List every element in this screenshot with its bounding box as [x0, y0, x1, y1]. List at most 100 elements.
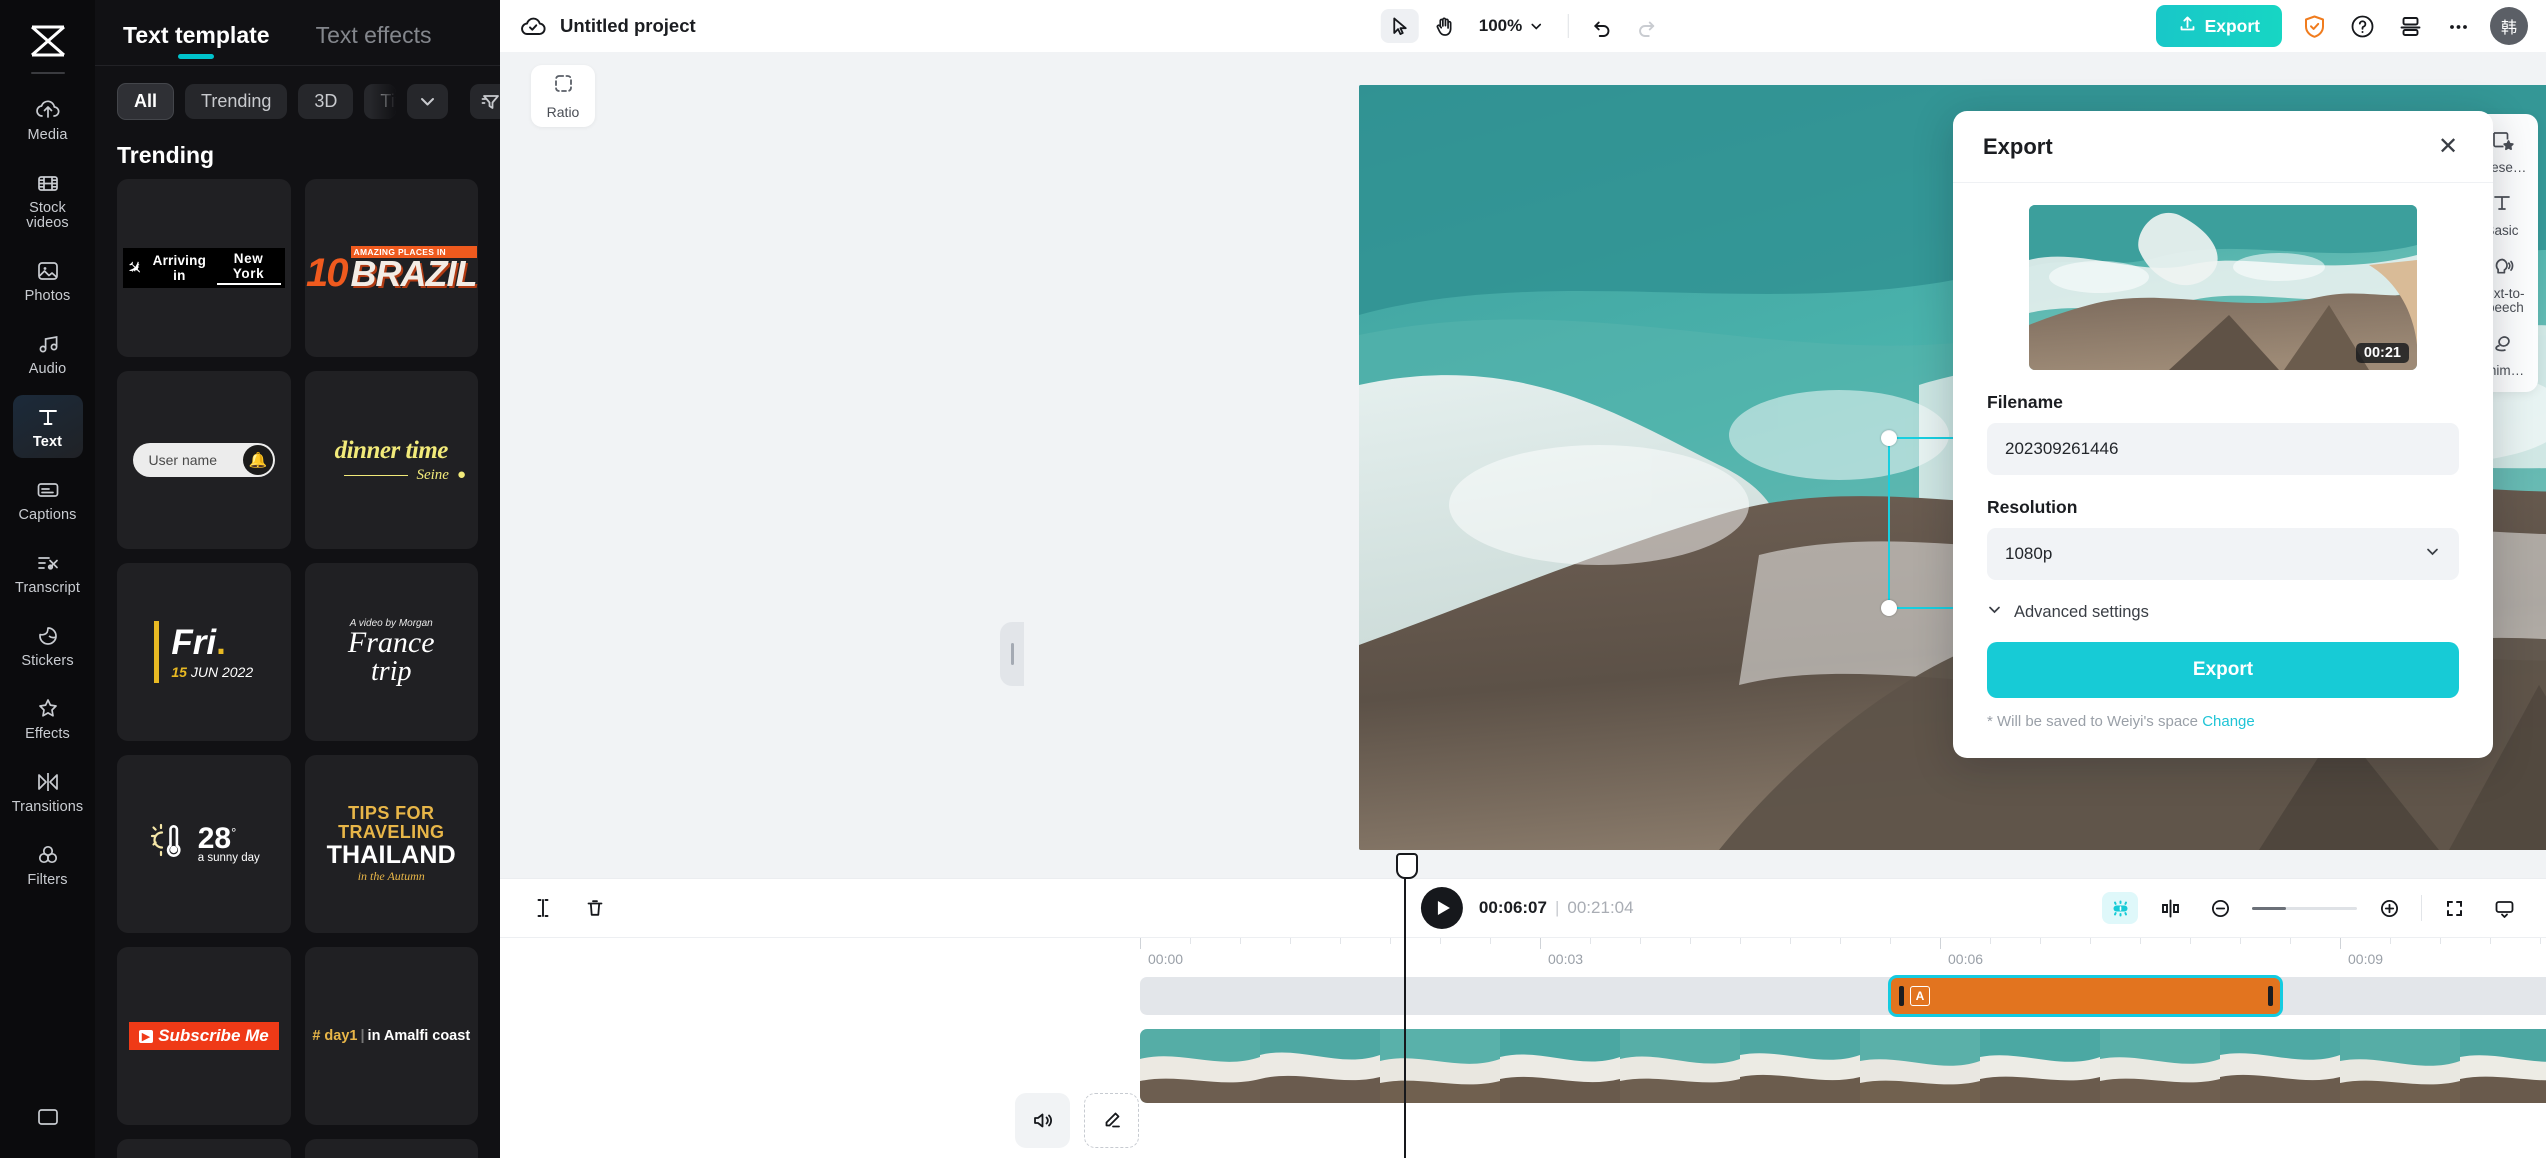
video-thumbnail-frame — [1140, 1029, 1260, 1103]
clip-trim-handle-right[interactable] — [2268, 986, 2273, 1006]
export-confirm-button[interactable]: Export — [1987, 642, 2459, 698]
play-icon[interactable] — [1420, 887, 1463, 929]
edit-track[interactable] — [1084, 1093, 1139, 1148]
text-to-speech-icon — [2490, 254, 2514, 283]
ruler-label: 00:00 — [1148, 951, 1184, 967]
sidebar-item-more[interactable] — [13, 1095, 83, 1138]
sidebar-item-stickers[interactable]: Stickers — [13, 614, 83, 677]
chip-trending[interactable]: Trending — [185, 84, 288, 119]
cloud-upload-icon — [35, 97, 61, 123]
fit-screen-icon[interactable] — [2436, 892, 2472, 924]
zoom-level-selector[interactable]: 100% — [1469, 16, 1554, 36]
ratio-label: Ratio — [546, 104, 580, 120]
chip-title[interactable]: Title — [364, 84, 397, 119]
text-clip[interactable]: A — [1888, 975, 2283, 1017]
playhead[interactable] — [1396, 853, 1418, 1158]
template-card-united-states[interactable]: UNITED STATES — [304, 1139, 478, 1158]
resize-handle-top-left[interactable] — [1881, 430, 1897, 446]
sidebar-item-captions[interactable]: Captions — [13, 468, 83, 531]
layout-icon[interactable] — [2394, 10, 2426, 42]
panel-collapse-handle[interactable] — [1000, 622, 1024, 686]
question-circle-icon[interactable] — [2346, 10, 2378, 42]
chevron-down-icon — [1987, 602, 2002, 622]
capcut-logo-icon[interactable] — [22, 18, 74, 64]
preview-dropdown-icon[interactable] — [2486, 892, 2522, 924]
close-icon[interactable]: ✕ — [2433, 132, 2463, 162]
page-title[interactable]: Untitled project — [560, 15, 696, 37]
template-card-tips-thailand[interactable]: TIPS FOR TRAVELING THAILAND in the Autumn — [304, 755, 478, 933]
sidebar-item-stock-videos[interactable]: Stock videos — [13, 161, 83, 239]
change-space-link[interactable]: Change — [2202, 713, 2255, 730]
cloud-check-icon[interactable] — [518, 11, 548, 41]
sidebar-item-filters[interactable]: Filters — [13, 833, 83, 896]
ellipsis-icon[interactable] — [2442, 10, 2474, 42]
sidebar-item-text[interactable]: Text — [12, 395, 83, 458]
audio-toggle[interactable] — [1015, 1093, 1070, 1148]
export-button[interactable]: Export — [2155, 5, 2282, 47]
resolution-select[interactable]: 1080p — [1987, 528, 2459, 580]
advanced-settings-toggle[interactable]: Advanced settings — [1987, 602, 2459, 622]
template-card-arriving-new-york[interactable]: ✈ Arriving in New York — [117, 179, 291, 357]
template-card-dinner-time-seine[interactable]: dinner time Seine ● — [304, 371, 478, 549]
template-card-partial-left[interactable] — [117, 1139, 291, 1158]
video-thumbnail-frame — [2340, 1029, 2460, 1103]
template-card-user-name-bell[interactable]: User name 🔔 — [117, 371, 291, 549]
trash-icon[interactable] — [576, 891, 614, 925]
video-thumbnail-frame — [1380, 1029, 1500, 1103]
animation-icon — [2490, 331, 2514, 360]
ruler-label: 00:06 — [1948, 951, 1984, 967]
zoom-slider[interactable] — [2252, 906, 2357, 910]
sidebar-item-effects[interactable]: Effects — [13, 687, 83, 750]
canvas-stage: Ratio Prese… Basic Text-to-speech Anim… … — [500, 52, 2546, 878]
video-track[interactable] — [1140, 1029, 2546, 1103]
template-filter-chips: All Trending 3D Title — [95, 66, 512, 126]
ratio-button[interactable]: Ratio — [531, 65, 595, 127]
resize-handle-bottom-left[interactable] — [1881, 600, 1897, 616]
plus-circle-icon[interactable] — [2371, 892, 2407, 924]
sidebar-item-label: Stickers — [21, 653, 74, 669]
template-text: User name — [148, 452, 217, 468]
zoom-level-value: 100% — [1478, 16, 1523, 35]
chevron-down-icon[interactable] — [407, 84, 449, 119]
redo-icon[interactable] — [1627, 9, 1665, 43]
timeline-ruler[interactable]: 00:00 00:03 00:06 00:09 00:12 — [500, 937, 2546, 977]
chip-3d[interactable]: 3D — [298, 84, 354, 119]
tab-text-template[interactable]: Text template — [121, 14, 272, 65]
timeline-tracks: A — [1140, 975, 2546, 1158]
chip-all[interactable]: All — [117, 83, 175, 120]
minus-circle-icon[interactable] — [2202, 892, 2238, 924]
undo-icon[interactable] — [1583, 9, 1621, 43]
avatar[interactable]: 韩 — [2490, 7, 2528, 45]
tab-text-effects[interactable]: Text effects — [314, 14, 434, 65]
cursor-arrow-icon[interactable] — [1380, 9, 1419, 43]
text-t-icon — [2490, 191, 2514, 220]
template-card-10-amazing-brazil[interactable]: 10 AMAZING PLACES IN BRAZIL — [304, 179, 478, 357]
sidebar-item-audio[interactable]: Audio — [13, 322, 83, 385]
sidebar-item-media[interactable]: Media — [13, 88, 83, 151]
mirror-split-icon[interactable] — [2152, 892, 2188, 924]
shield-check-icon[interactable] — [2298, 10, 2330, 42]
template-card-france-trip[interactable]: A video by Morgan France trip — [304, 563, 478, 741]
video-thumbnail-frame — [1860, 1029, 1980, 1103]
clip-trim-handle-left[interactable] — [1899, 986, 1904, 1006]
resolution-label: Resolution — [1987, 497, 2078, 517]
template-card-fri-date[interactable]: Fri. 15 JUN 2022 — [117, 563, 291, 741]
filename-input[interactable]: 202309261446 — [1987, 423, 2459, 475]
sidebar-item-transcript[interactable]: Transcript — [13, 541, 83, 604]
transitions-icon — [35, 769, 61, 795]
sidebar-item-photos[interactable]: Photos — [13, 249, 83, 312]
preset-star-icon — [2490, 128, 2514, 157]
template-card-subscribe-me[interactable]: ▶ Subscribe Me — [117, 947, 291, 1125]
text-t-icon — [35, 404, 61, 430]
export-dialog: Export ✕ 00:21 Filename 202309261446 Res… — [1953, 111, 2493, 758]
total-time: 00:21:04 — [1567, 898, 1634, 917]
split-icon[interactable] — [524, 891, 562, 925]
template-card-28-sunny-day[interactable]: 28° a sunny day — [117, 755, 291, 933]
text-track[interactable] — [1140, 977, 2546, 1015]
template-card-day1-amalfi[interactable]: # day1 | in Amalfi coast — [304, 947, 478, 1125]
thumbnail-duration: 00:21 — [2355, 343, 2409, 363]
magnet-snap-icon[interactable] — [2102, 892, 2138, 924]
more-panel-icon — [35, 1104, 61, 1130]
sidebar-item-transitions[interactable]: Transitions — [12, 760, 83, 823]
hand-icon[interactable] — [1425, 9, 1463, 43]
